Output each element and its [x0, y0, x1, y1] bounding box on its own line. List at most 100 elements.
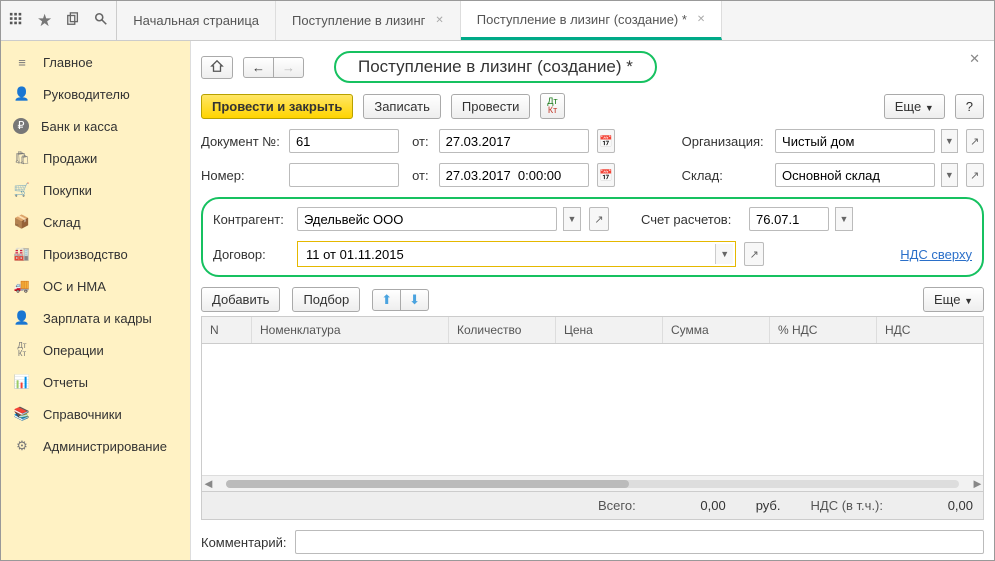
open-icon[interactable]: ↗	[966, 129, 984, 153]
open-icon[interactable]: ↗	[744, 242, 764, 266]
scroll-left-icon[interactable]: ◄	[202, 476, 214, 491]
sidebar-item-assets[interactable]: 🚚ОС и НМА	[1, 270, 190, 302]
tab-home[interactable]: Начальная страница	[117, 1, 276, 40]
close-icon[interactable]: ✕	[969, 51, 980, 67]
bag-icon: 🛍	[13, 150, 31, 166]
sidebar-item-reports[interactable]: 📊Отчеты	[1, 366, 190, 398]
sidebar-item-main[interactable]: ≡Главное	[1, 47, 190, 78]
docdate-input[interactable]	[439, 129, 589, 153]
open-icon[interactable]: ↗	[589, 207, 609, 231]
move-down-button[interactable]: ⬇	[401, 289, 429, 311]
close-icon[interactable]: ✕	[697, 14, 705, 25]
vat-link[interactable]: НДС сверху	[900, 247, 972, 262]
row-counterparty: Контрагент: ▼ ↗ Счет расчетов: ▼	[213, 207, 972, 231]
dropdown-icon[interactable]: ▼	[835, 207, 853, 231]
contract-input[interactable]	[300, 244, 715, 264]
col-n[interactable]: N	[202, 317, 252, 343]
post-button[interactable]: Провести	[451, 94, 531, 119]
contract-highlight: ▼	[297, 241, 736, 267]
sidebar-item-purchases[interactable]: 🛒Покупки	[1, 174, 190, 206]
cart-icon: 🛒	[13, 182, 31, 198]
add-button[interactable]: Добавить	[201, 287, 280, 312]
main-area: ≡Главное 👤Руководителю ₽Банк и касса 🛍Пр…	[1, 41, 994, 560]
search-icon[interactable]	[94, 12, 108, 29]
back-button[interactable]: ←	[243, 57, 274, 78]
tab-leasing[interactable]: Поступление в лизинг✕	[276, 1, 461, 40]
table-body[interactable]	[202, 344, 983, 475]
sidebar-item-refs[interactable]: 📚Справочники	[1, 398, 190, 430]
help-button[interactable]: ?	[955, 94, 984, 119]
dropdown-icon[interactable]: ▼	[941, 163, 958, 187]
account-input[interactable]	[749, 207, 829, 231]
sidebar-item-warehouse[interactable]: 📦Склад	[1, 206, 190, 238]
org-label: Организация:	[682, 134, 769, 149]
green-highlight-box: Контрагент: ▼ ↗ Счет расчетов: ▼ Договор…	[201, 197, 984, 277]
scroll-thumb[interactable]	[226, 480, 629, 488]
currency-label: руб.	[756, 498, 781, 513]
pick-button[interactable]: Подбор	[292, 287, 360, 312]
sidebar-item-ops[interactable]: ДтКтОперации	[1, 334, 190, 366]
home-button[interactable]	[201, 56, 233, 79]
calendar-icon[interactable]: 📅	[597, 129, 615, 153]
docnum-input[interactable]	[289, 129, 399, 153]
number-date-input[interactable]	[439, 163, 589, 187]
table-more-button[interactable]: Еще ▼	[923, 287, 984, 312]
total-value: 0,00	[666, 498, 726, 513]
row-docnum: Документ №: от: 📅 Организация: ▼ ↗	[201, 129, 984, 153]
apps-icon[interactable]	[9, 12, 23, 29]
org-input[interactable]	[775, 129, 935, 153]
forward-button[interactable]: →	[274, 57, 304, 78]
calendar-icon[interactable]: 📅	[597, 163, 615, 187]
counterparty-input[interactable]	[297, 207, 557, 231]
table-header: N Номенклатура Количество Цена Сумма % Н…	[202, 317, 983, 344]
col-sum[interactable]: Сумма	[663, 317, 770, 343]
account-label: Счет расчетов:	[641, 212, 743, 227]
open-icon[interactable]: ↗	[966, 163, 984, 187]
col-vatpct[interactable]: % НДС	[770, 317, 877, 343]
col-nomenclature[interactable]: Номенклатура	[252, 317, 449, 343]
sidebar-item-hr[interactable]: 👤Зарплата и кадры	[1, 302, 190, 334]
sidebar-item-admin[interactable]: ⚙Администрирование	[1, 430, 190, 462]
dropdown-icon[interactable]: ▼	[563, 207, 581, 231]
number-input[interactable]	[289, 163, 399, 187]
counterparty-label: Контрагент:	[213, 212, 291, 227]
col-price[interactable]: Цена	[556, 317, 663, 343]
vat-total-label: НДС (в т.ч.):	[811, 498, 884, 513]
comment-input[interactable]	[295, 530, 985, 554]
topbar: ★ Начальная страница Поступление в лизин…	[1, 1, 994, 41]
tab-leasing-create[interactable]: Поступление в лизинг (создание) *✕	[461, 1, 723, 40]
row-contract: Договор: ▼ ↗ НДС сверху	[213, 241, 972, 267]
form-area: Документ №: от: 📅 Организация: ▼ ↗ Номер…	[201, 129, 984, 277]
move-up-button[interactable]: ⬆	[372, 289, 401, 311]
gear-icon: ⚙	[13, 438, 31, 454]
dropdown-icon[interactable]: ▼	[941, 129, 958, 153]
comment-row: Комментарий:	[201, 530, 984, 554]
person-icon: 👤	[13, 310, 31, 326]
col-vat[interactable]: НДС	[877, 317, 983, 343]
dtkt-button[interactable]: ДтКт	[540, 93, 564, 119]
sidebar-item-bank[interactable]: ₽Банк и касса	[1, 110, 190, 142]
save-button[interactable]: Записать	[363, 94, 441, 119]
header-row: ← → Поступление в лизинг (создание) *	[201, 51, 984, 83]
dropdown-icon[interactable]: ▼	[715, 244, 733, 264]
close-icon[interactable]: ✕	[435, 15, 443, 26]
col-qty[interactable]: Количество	[449, 317, 556, 343]
star-icon[interactable]: ★	[37, 11, 52, 31]
more-button[interactable]: Еще ▼	[884, 94, 945, 119]
scroll-right-icon[interactable]: ►	[971, 476, 983, 491]
data-table: N Номенклатура Количество Цена Сумма % Н…	[201, 316, 984, 492]
app-window: ★ Начальная страница Поступление в лизин…	[0, 0, 995, 561]
warehouse-label: Склад:	[682, 168, 769, 183]
ruble-icon: ₽	[13, 118, 29, 134]
move-buttons: ⬆ ⬇	[372, 289, 429, 311]
sidebar-item-production[interactable]: 🏭Производство	[1, 238, 190, 270]
sidebar-item-manager[interactable]: 👤Руководителю	[1, 78, 190, 110]
factory-icon: 🏭	[13, 246, 31, 262]
warehouse-input[interactable]	[775, 163, 935, 187]
sidebar-item-sales[interactable]: 🛍Продажи	[1, 142, 190, 174]
docnum-label: Документ №:	[201, 134, 283, 149]
post-close-button[interactable]: Провести и закрыть	[201, 94, 353, 119]
clone-icon[interactable]	[66, 12, 80, 29]
h-scrollbar[interactable]: ◄ ►	[202, 475, 983, 491]
sidebar: ≡Главное 👤Руководителю ₽Банк и касса 🛍Пр…	[1, 41, 191, 560]
